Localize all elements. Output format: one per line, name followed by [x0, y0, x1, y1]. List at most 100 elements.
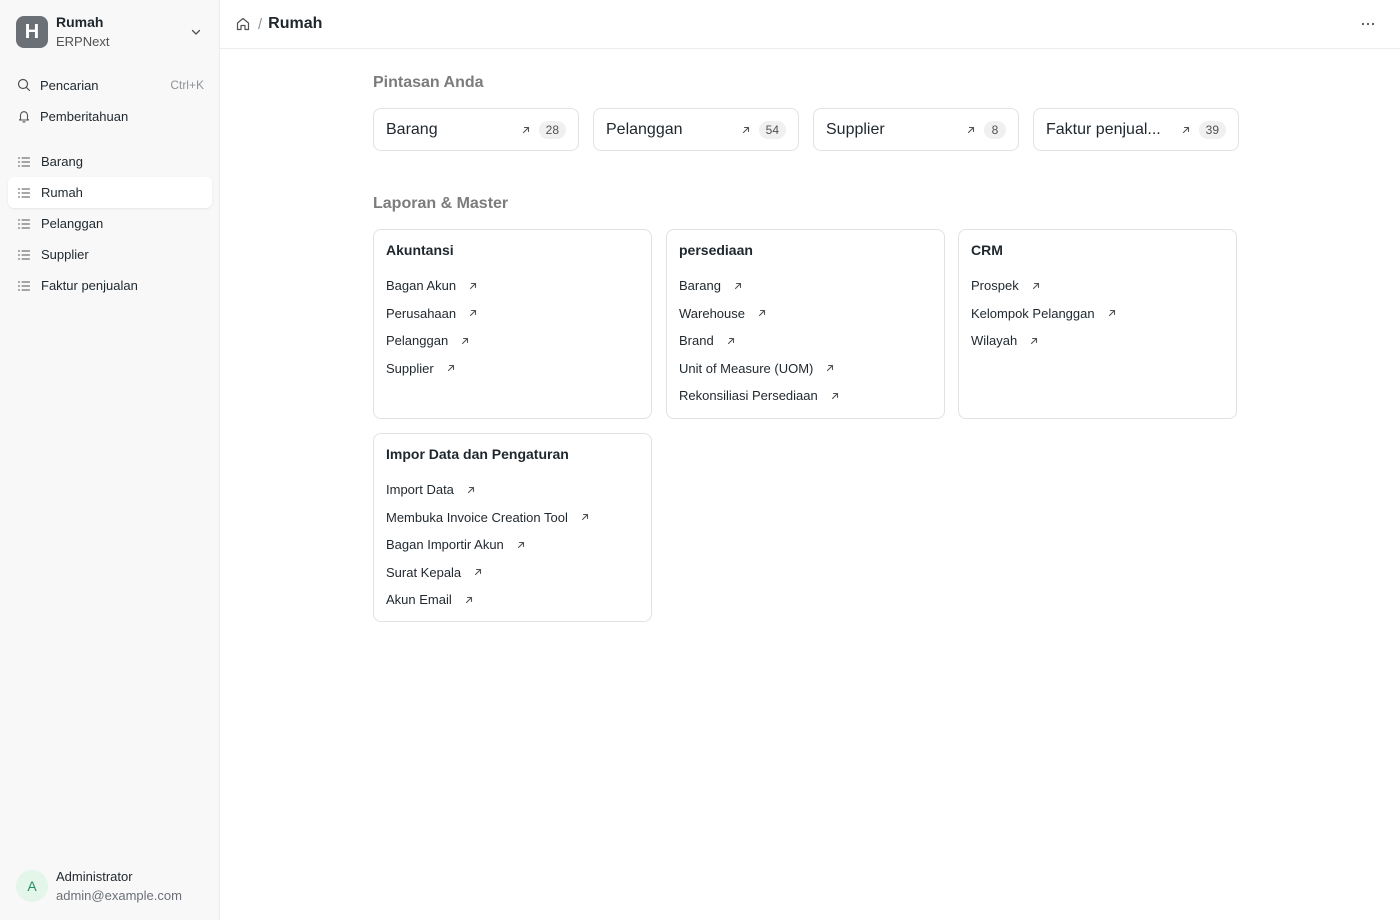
shortcut-supplier[interactable]: Supplier 8	[813, 108, 1019, 151]
link-uom[interactable]: Unit of Measure (UOM)	[679, 355, 932, 383]
link-label: Kelompok Pelanggan	[971, 305, 1095, 321]
link-label: Supplier	[386, 360, 434, 376]
more-options-icon[interactable]	[1356, 12, 1380, 36]
link-wilayah[interactable]: Wilayah	[971, 327, 1224, 355]
chevron-down-icon	[188, 24, 204, 40]
link-label: Import Data	[386, 482, 454, 498]
arrow-up-right-icon	[514, 538, 528, 552]
home-icon[interactable]	[234, 15, 252, 33]
link-label: Rekonsiliasi Persediaan	[679, 388, 818, 404]
top-bar: / Rumah	[220, 0, 1400, 49]
link-bagan-importir-akun[interactable]: Bagan Importir Akun	[386, 531, 639, 559]
link-barang[interactable]: Barang	[679, 272, 932, 300]
arrow-up-right-icon	[458, 334, 472, 348]
link-perusahaan[interactable]: Perusahaan	[386, 300, 639, 328]
link-label: Unit of Measure (UOM)	[679, 360, 814, 376]
arrow-up-right-icon	[724, 334, 738, 348]
arrow-up-right-icon	[1105, 306, 1119, 320]
sidebar-item-faktur-penjualan[interactable]: Faktur penjualan	[8, 270, 212, 301]
link-bagan-akun[interactable]: Bagan Akun	[386, 272, 639, 300]
breadcrumb-separator: /	[258, 15, 263, 33]
shortcut-pelanggan[interactable]: Pelanggan 54	[593, 108, 799, 151]
list-icon	[16, 247, 32, 263]
avatar: A	[16, 870, 48, 902]
shortcut-label: Faktur penjual...	[1046, 120, 1161, 138]
list-icon	[16, 216, 32, 232]
workspace-subtitle: ERPNext	[56, 34, 110, 49]
workspace-logo: H	[16, 16, 48, 48]
breadcrumb: / Rumah	[234, 15, 1356, 33]
arrow-up-right-icon	[466, 279, 480, 293]
sidebar-item-supplier[interactable]: Supplier	[8, 239, 212, 270]
list-icon	[16, 154, 32, 170]
arrow-up-right-icon	[462, 593, 476, 607]
arrow-up-right-icon	[466, 306, 480, 320]
shortcut-count: 39	[1198, 120, 1226, 139]
link-kelompok-pelanggan[interactable]: Kelompok Pelanggan	[971, 300, 1224, 328]
sidebar-item-label: Faktur penjualan	[41, 278, 138, 293]
bell-icon	[16, 108, 32, 124]
notifications-button[interactable]: Pemberitahuan	[8, 102, 212, 130]
sidebar-item-label: Pelanggan	[41, 216, 104, 231]
arrow-up-right-icon	[471, 565, 485, 579]
arrow-up-right-icon	[964, 123, 978, 137]
notifications-label: Pemberitahuan	[40, 108, 129, 124]
page-title: Rumah	[268, 15, 323, 32]
link-label: Bagan Importir Akun	[386, 537, 504, 553]
link-warehouse[interactable]: Warehouse	[679, 300, 932, 328]
arrow-up-right-icon	[464, 483, 478, 497]
arrow-up-right-icon	[1027, 334, 1041, 348]
arrow-up-right-icon	[519, 123, 533, 137]
link-pelanggan[interactable]: Pelanggan	[386, 327, 639, 355]
link-label: Barang	[679, 278, 721, 294]
shortcut-label: Barang	[386, 120, 438, 138]
sidebar-item-barang[interactable]: Barang	[8, 146, 212, 177]
workspace-text: Rumah ERPNext	[56, 13, 188, 51]
shortcut-count: 28	[538, 120, 566, 139]
search-button[interactable]: Pencarian Ctrl+K	[8, 71, 212, 99]
shortcuts-row: Barang 28 Pelanggan 54 Supplier 8 Faktur…	[373, 108, 1239, 151]
arrow-up-right-icon	[1029, 279, 1043, 293]
sidebar-item-rumah[interactable]: Rumah	[8, 177, 212, 208]
link-label: Brand	[679, 333, 714, 349]
arrow-up-right-icon	[739, 123, 753, 137]
sidebar-item-pelanggan[interactable]: Pelanggan	[8, 208, 212, 239]
user-menu[interactable]: A Administrator admin@example.com	[8, 862, 212, 910]
search-shortcut: Ctrl+K	[170, 78, 204, 92]
link-invoice-creation-tool[interactable]: Membuka Invoice Creation Tool	[386, 504, 639, 532]
link-label: Wilayah	[971, 333, 1018, 349]
user-email: admin@example.com	[56, 888, 182, 903]
sidebar-item-label: Rumah	[41, 185, 83, 200]
sidebar-item-label: Barang	[41, 154, 83, 169]
link-label: Bagan Akun	[386, 278, 457, 294]
link-label: Perusahaan	[386, 305, 457, 321]
link-import-data[interactable]: Import Data	[386, 476, 639, 504]
card-impor-data: Impor Data dan Pengaturan Import Data Me…	[373, 433, 652, 622]
arrow-up-right-icon	[823, 361, 837, 375]
card-title: persediaan	[679, 242, 753, 258]
link-supplier[interactable]: Supplier	[386, 355, 639, 383]
link-rekonsiliasi-persediaan[interactable]: Rekonsiliasi Persediaan	[679, 382, 932, 410]
link-prospek[interactable]: Prospek	[971, 272, 1224, 300]
link-label: Warehouse	[679, 305, 745, 321]
shortcut-count: 8	[984, 120, 1006, 139]
link-label: Membuka Invoice Creation Tool	[386, 509, 568, 525]
shortcut-barang[interactable]: Barang 28	[373, 108, 579, 151]
workspace-switcher[interactable]: H Rumah ERPNext	[8, 8, 212, 56]
card-title: CRM	[971, 242, 1003, 258]
shortcut-faktur-penjualan[interactable]: Faktur penjual... 39	[1033, 108, 1239, 151]
link-akun-email[interactable]: Akun Email	[386, 586, 639, 614]
arrow-up-right-icon	[578, 510, 592, 524]
link-brand[interactable]: Brand	[679, 327, 932, 355]
user-text: Administrator admin@example.com	[56, 867, 182, 905]
link-surat-kepala[interactable]: Surat Kepala	[386, 559, 639, 587]
sidebar-nav: Barang Rumah Pelanggan Supplier Faktur p…	[8, 146, 212, 301]
card-akuntansi: Akuntansi Bagan Akun Perusahaan Pelangga…	[373, 229, 652, 419]
card-crm: CRM Prospek Kelompok Pelanggan Wilayah	[958, 229, 1237, 419]
sidebar-item-label: Supplier	[41, 247, 89, 262]
arrow-up-right-icon	[1179, 123, 1193, 137]
link-label: Pelanggan	[386, 333, 449, 349]
shortcut-label: Supplier	[826, 120, 885, 138]
link-label: Surat Kepala	[386, 564, 462, 580]
sidebar: H Rumah ERPNext Pencarian Ctrl+K Pemberi…	[0, 0, 220, 920]
